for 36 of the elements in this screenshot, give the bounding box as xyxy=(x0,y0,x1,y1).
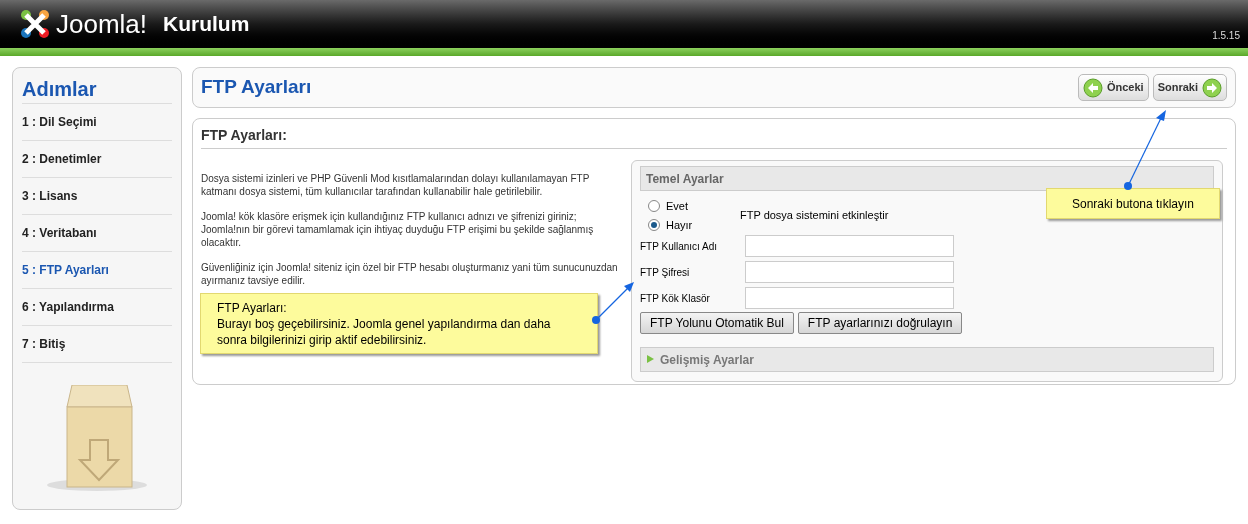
field-label: FTP Kullanıcı Adı xyxy=(640,239,719,254)
action-button[interactable]: FTP Yolunu Otomatik Bul xyxy=(640,312,794,334)
input-field[interactable] xyxy=(745,287,954,309)
radio-label: Hayır xyxy=(666,217,693,233)
step-item[interactable]: 7 : Bitiş xyxy=(22,335,66,353)
radio-button[interactable] xyxy=(648,200,660,213)
next-button[interactable]: Sonraki xyxy=(1152,74,1227,101)
action-button[interactable]: FTP ayarlarınızı doğrulayın xyxy=(797,312,963,334)
logo-text: Joomla! xyxy=(56,7,148,41)
step-item[interactable]: 3 : Lisans xyxy=(22,187,78,205)
radio-button[interactable] xyxy=(648,218,660,231)
callout-text: FTP Ayarları: Burayı boş geçebilirsiniz. Joomla genel yapılandırma dan daha sonra bilgilerinizi girip aktif edebilirsiniz. xyxy=(217,300,552,348)
step-item[interactable]: 6 : Yapılandırma xyxy=(22,298,114,316)
logo-icon xyxy=(18,7,52,41)
advanced-header[interactable]: Gelişmiş Ayarlar xyxy=(640,347,1214,372)
page-title: FTP Ayarları xyxy=(201,75,312,100)
header-title: Kurulum xyxy=(163,11,250,38)
paragraph: Dosya sistemi izinleri ve PHP Güvenli Mod kısıtlamalarından dolayı kullanılamayan FTP katmanı dosya sistemi, tüm kullanıcılar tarafından kullanabilir hale getirilebilir. xyxy=(201,172,591,198)
step-item[interactable]: 4 : Veritabanı xyxy=(22,224,97,242)
callout-text: Sonraki butona tıklayın xyxy=(1071,195,1195,213)
radio-label: Evet xyxy=(666,199,688,214)
paragraph: Güvenliğiniz için Joomla! siteniz için özel bir FTP hesabı oluşturmanız yani tüm sunucunuzdan ayırmanız tavsiye edilir. xyxy=(201,261,619,287)
input-field[interactable] xyxy=(745,261,954,283)
field-label: FTP Kök Klasör xyxy=(640,291,711,306)
step-item[interactable]: 1 : Dil Seçimi xyxy=(22,113,97,131)
paragraph: Joomla! kök klasöre erişmek için kullandığınız FTP kullanıcı adnızı ve şifrenizi giriniz; Joomla!nın bir görevi tamamlamak için ihtiyaç duyduğu FTP erişimi bu şekilde sağlanmış olacaktır. xyxy=(201,210,595,249)
panel-header: Temel Ayarlar xyxy=(640,166,1214,191)
previous-button[interactable]: Önceki xyxy=(1077,74,1149,101)
version-label: 1.5.15 xyxy=(1212,29,1240,43)
sidebar-title: Adımlar xyxy=(22,74,172,104)
input-field[interactable] xyxy=(745,235,954,257)
step-item[interactable]: 5 : FTP Ayarları xyxy=(22,261,109,279)
radio-caption: FTP dosya sistemini etkinleştir xyxy=(740,208,889,224)
step-item[interactable]: 2 : Denetimler xyxy=(22,150,102,168)
field-label: FTP Şifresi xyxy=(640,265,691,280)
section-title: FTP Ayarları: xyxy=(201,125,1227,149)
